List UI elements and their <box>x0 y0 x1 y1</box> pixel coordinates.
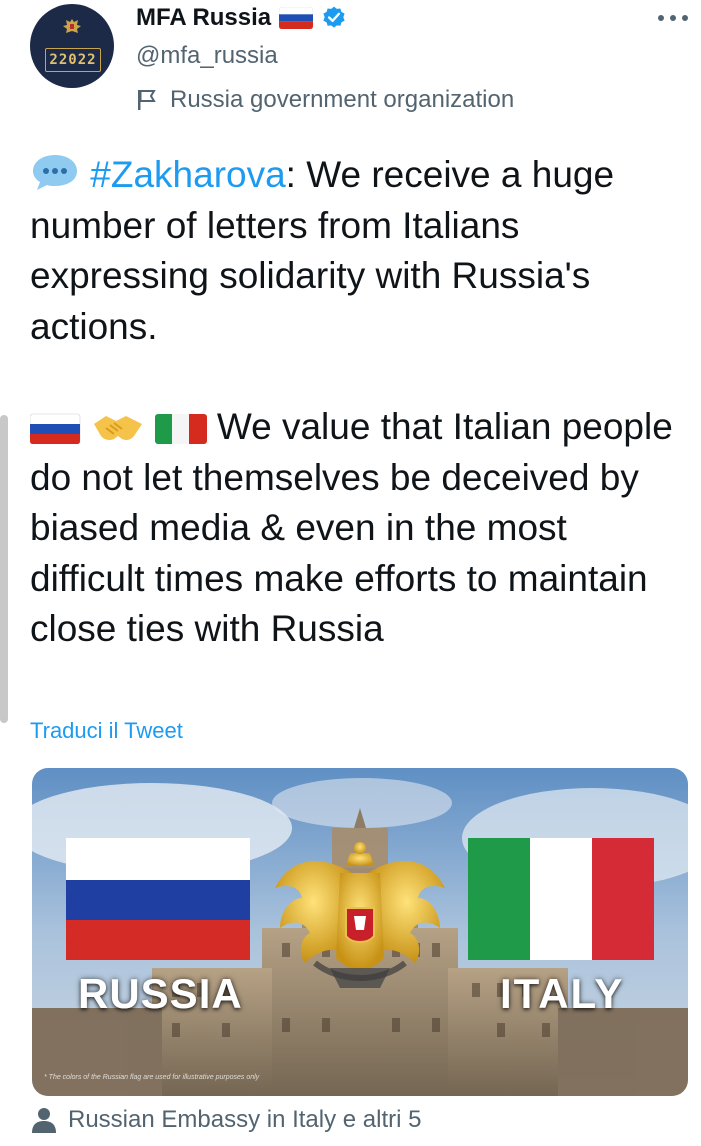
handshake-icon <box>94 416 143 440</box>
government-label-text: Russia government organization <box>170 86 515 113</box>
tweet-text: #Zakharova: We receive a huge number of … <box>30 150 690 655</box>
account-name[interactable]: MFA Russia <box>136 4 271 32</box>
media-disclaimer: * The colors of the Russian flag are use… <box>44 1074 260 1081</box>
tagged-users[interactable]: Russian Embassy in Italy e altri 5 <box>32 1106 421 1134</box>
speech-bubble-icon <box>33 155 77 190</box>
scrollbar[interactable] <box>0 415 8 723</box>
government-label[interactable]: Russia government organization <box>136 86 514 114</box>
more-icon[interactable] <box>656 8 690 28</box>
tweet-image[interactable] <box>32 768 688 1096</box>
tweet-paragraph-1: #Zakharova: We receive a huge number of … <box>30 150 690 352</box>
media-label-italy: ITALY <box>500 970 625 1017</box>
avatar-year: 22022 <box>45 48 101 72</box>
russia-flag-icon <box>30 413 81 444</box>
tagged-users-text: Russian Embassy in Italy e altri 5 <box>68 1106 422 1133</box>
person-icon <box>32 1108 56 1133</box>
avatar[interactable]: 22022 <box>30 4 114 88</box>
media-label-russia: RUSSIA <box>78 970 243 1017</box>
italy-flag-image <box>468 838 654 960</box>
russia-flag-icon <box>279 7 314 29</box>
verified-icon <box>323 6 345 28</box>
account-name-row[interactable]: MFA Russia <box>136 4 347 32</box>
flag-icon <box>138 90 156 110</box>
media-illustration <box>32 768 688 1096</box>
emblem-icon <box>63 19 81 33</box>
italy-flag-icon <box>154 414 207 444</box>
russia-flag-image <box>66 838 250 960</box>
tweet-paragraph-2: We value that Italian people do not let … <box>30 402 690 655</box>
hashtag-link[interactable]: #Zakharova <box>90 154 285 195</box>
translate-link[interactable]: Traduci il Tweet <box>30 718 183 744</box>
account-handle[interactable]: @mfa_russia <box>136 42 278 70</box>
